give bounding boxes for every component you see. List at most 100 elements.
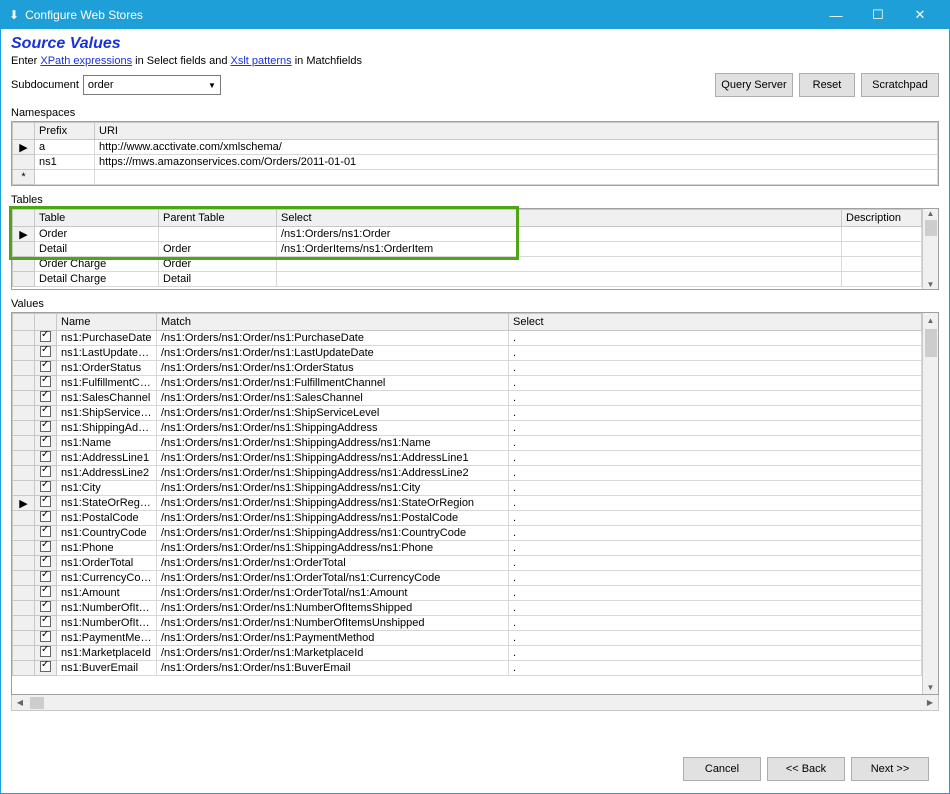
cell-match[interactable]: /ns1:Orders/ns1:Order/ns1:ShippingAddres… (157, 511, 509, 526)
cell-prefix[interactable] (35, 170, 95, 185)
table-row[interactable]: ns1:MarketplaceId/ns1:Orders/ns1:Order/n… (13, 646, 922, 661)
cell-select[interactable]: . (509, 511, 922, 526)
row-checkbox-cell[interactable] (35, 661, 57, 676)
values-hscrollbar[interactable]: ◀▶ (11, 695, 939, 711)
cell-match[interactable]: /ns1:Orders/ns1:Order/ns1:PaymentMethod (157, 631, 509, 646)
cell-select[interactable]: . (509, 571, 922, 586)
row-checkbox-cell[interactable] (35, 406, 57, 421)
table-row[interactable]: * (13, 170, 938, 185)
maximize-button[interactable]: ☐ (857, 3, 899, 27)
checkbox-icon[interactable] (40, 571, 51, 582)
cell-match[interactable]: /ns1:Orders/ns1:Order/ns1:NumberOfItemsS… (157, 601, 509, 616)
cell-name[interactable]: ns1:NumberOfItem (57, 616, 157, 631)
cell-select[interactable]: . (509, 556, 922, 571)
cell-name[interactable]: ns1:CurrencyCode (57, 571, 157, 586)
row-checkbox-cell[interactable] (35, 511, 57, 526)
table-row[interactable]: ns1:BuverEmail/ns1:Orders/ns1:Order/ns1:… (13, 661, 922, 676)
cell-select[interactable]: . (509, 541, 922, 556)
row-checkbox-cell[interactable] (35, 391, 57, 406)
cell-name[interactable]: ns1:MarketplaceId (57, 646, 157, 661)
tables-scrollbar[interactable]: ▲▼ (922, 209, 938, 289)
row-checkbox-cell[interactable] (35, 421, 57, 436)
cell-name[interactable]: ns1:AddressLine1 (57, 451, 157, 466)
cell-select[interactable]: /ns1:Orders/ns1:Order (277, 227, 842, 242)
table-row[interactable]: ns1:NumberOfItem/ns1:Orders/ns1:Order/ns… (13, 601, 922, 616)
row-checkbox-cell[interactable] (35, 331, 57, 346)
row-checkbox-cell[interactable] (35, 646, 57, 661)
table-row[interactable]: ▶Order/ns1:Orders/ns1:Order (13, 227, 922, 242)
row-checkbox-cell[interactable] (35, 541, 57, 556)
table-row[interactable]: ns1:LastUpdateDat/ns1:Orders/ns1:Order/n… (13, 346, 922, 361)
cell-match[interactable]: /ns1:Orders/ns1:Order/ns1:ShippingAddres… (157, 466, 509, 481)
cell-match[interactable]: /ns1:Orders/ns1:Order/ns1:ShippingAddres… (157, 496, 509, 511)
cell-description[interactable] (842, 272, 922, 287)
cell-match[interactable]: /ns1:Orders/ns1:Order/ns1:MarketplaceId (157, 646, 509, 661)
checkbox-icon[interactable] (40, 346, 51, 357)
cell-select[interactable]: . (509, 496, 922, 511)
col-description[interactable]: Description (842, 210, 922, 227)
cell-name[interactable]: ns1:ShippingAddre: (57, 421, 157, 436)
cell-select[interactable]: . (509, 481, 922, 496)
row-checkbox-cell[interactable] (35, 586, 57, 601)
cell-description[interactable] (842, 257, 922, 272)
cell-match[interactable]: /ns1:Orders/ns1:Order/ns1:OrderTotal/ns1… (157, 571, 509, 586)
checkbox-icon[interactable] (40, 631, 51, 642)
checkbox-icon[interactable] (40, 376, 51, 387)
cell-uri[interactable]: http://www.acctivate.com/xmlschema/ (95, 140, 938, 155)
checkbox-icon[interactable] (40, 661, 51, 672)
cell-select[interactable]: . (509, 331, 922, 346)
table-row[interactable]: ▶ns1:StateOrRegion/ns1:Orders/ns1:Order/… (13, 496, 922, 511)
cell-match[interactable]: /ns1:Orders/ns1:Order/ns1:ShippingAddres… (157, 541, 509, 556)
cell-match[interactable]: /ns1:Orders/ns1:Order/ns1:SalesChannel (157, 391, 509, 406)
row-checkbox-cell[interactable] (35, 571, 57, 586)
checkbox-icon[interactable] (40, 601, 51, 612)
cell-match[interactable]: /ns1:Orders/ns1:Order/ns1:OrderStatus (157, 361, 509, 376)
table-row[interactable]: ns1:AddressLine2/ns1:Orders/ns1:Order/ns… (13, 466, 922, 481)
cell-match[interactable]: /ns1:Orders/ns1:Order/ns1:BuverEmail (157, 661, 509, 676)
cell-select[interactable]: /ns1:OrderItems/ns1:OrderItem (277, 242, 842, 257)
row-checkbox-cell[interactable] (35, 631, 57, 646)
checkbox-icon[interactable] (40, 466, 51, 477)
cell-name[interactable]: ns1:BuverEmail (57, 661, 157, 676)
table-row[interactable]: ns1:City/ns1:Orders/ns1:Order/ns1:Shippi… (13, 481, 922, 496)
cell-select[interactable]: . (509, 346, 922, 361)
values-scrollbar[interactable]: ▲▼ (922, 313, 938, 694)
cell-select[interactable]: . (509, 391, 922, 406)
col-name[interactable]: Name (57, 314, 157, 331)
row-checkbox-cell[interactable] (35, 526, 57, 541)
checkbox-icon[interactable] (40, 421, 51, 432)
cell-description[interactable] (842, 227, 922, 242)
cell-match[interactable]: /ns1:Orders/ns1:Order/ns1:ShippingAddres… (157, 451, 509, 466)
cell-parent[interactable]: Order (159, 257, 277, 272)
cell-match[interactable]: /ns1:Orders/ns1:Order/ns1:ShippingAddres… (157, 481, 509, 496)
cell-description[interactable] (842, 242, 922, 257)
row-checkbox-cell[interactable] (35, 466, 57, 481)
table-row[interactable]: ns1:PaymentMethc/ns1:Orders/ns1:Order/ns… (13, 631, 922, 646)
col-prefix[interactable]: Prefix (35, 123, 95, 140)
cell-name[interactable]: ns1:OrderTotal (57, 556, 157, 571)
row-checkbox-cell[interactable] (35, 451, 57, 466)
col-select-v[interactable]: Select (509, 314, 922, 331)
cell-parent[interactable]: Order (159, 242, 277, 257)
titlebar[interactable]: ⬇ Configure Web Stores — ☐ ✕ (1, 1, 949, 29)
checkbox-icon[interactable] (40, 391, 51, 402)
checkbox-icon[interactable] (40, 436, 51, 447)
table-row[interactable]: ▶ahttp://www.acctivate.com/xmlschema/ (13, 140, 938, 155)
cell-select[interactable]: . (509, 451, 922, 466)
cell-match[interactable]: /ns1:Orders/ns1:Order/ns1:OrderTotal/ns1… (157, 586, 509, 601)
cell-select[interactable]: . (509, 376, 922, 391)
row-checkbox-cell[interactable] (35, 436, 57, 451)
cell-parent[interactable] (159, 227, 277, 242)
cell-name[interactable]: ns1:Amount (57, 586, 157, 601)
cell-name[interactable]: ns1:FulfillmentChar (57, 376, 157, 391)
checkbox-icon[interactable] (40, 616, 51, 627)
cell-table[interactable]: Order (35, 227, 159, 242)
table-row[interactable]: ns1:CountryCode/ns1:Orders/ns1:Order/ns1… (13, 526, 922, 541)
cell-name[interactable]: ns1:ShipServiceLev (57, 406, 157, 421)
checkbox-icon[interactable] (40, 496, 51, 507)
table-row[interactable]: ns1:PurchaseDate/ns1:Orders/ns1:Order/ns… (13, 331, 922, 346)
close-button[interactable]: ✕ (899, 3, 941, 27)
cell-name[interactable]: ns1:Phone (57, 541, 157, 556)
cell-match[interactable]: /ns1:Orders/ns1:Order/ns1:LastUpdateDate (157, 346, 509, 361)
cell-name[interactable]: ns1:City (57, 481, 157, 496)
